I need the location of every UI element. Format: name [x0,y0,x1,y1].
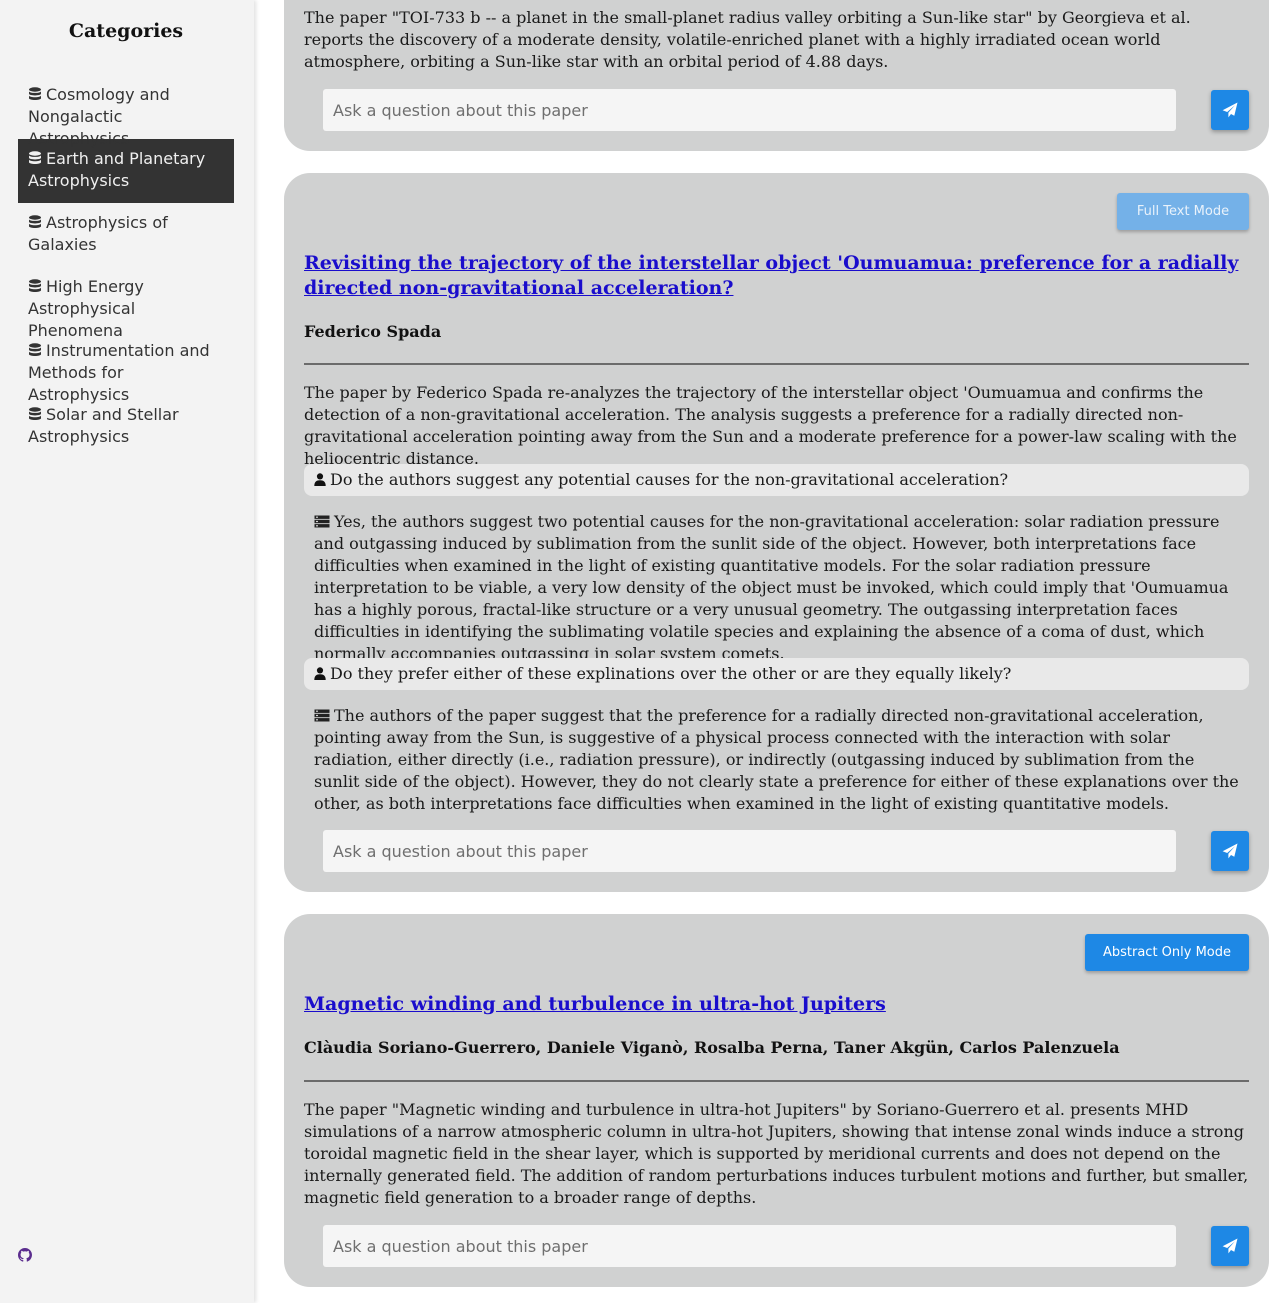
answer-text: The authors of the paper suggest that th… [314,706,1239,813]
send-button[interactable] [1211,90,1249,130]
github-icon[interactable] [18,1248,32,1262]
category-label: Earth and Planetary Astrophysics [28,149,206,190]
paper-summary: The paper "Magnetic winding and turbulen… [304,1100,1249,1207]
paper-summary: The paper "TOI-733 b -- a planet in the … [304,8,1191,71]
ask-question-input[interactable] [323,89,1176,131]
full-text-mode-button[interactable]: Full Text Mode [1117,193,1249,230]
category-item-cosmology[interactable]: Cosmology and Nongalactic Astrophysics [18,75,234,148]
category-label: Astrophysics of Galaxies [28,213,168,254]
database-icon [29,87,41,101]
paper-authors: Clàudia Soriano-Guerrero, Daniele Viganò… [304,1038,1120,1057]
category-item-instrumentation[interactable]: Instrumentation and Methods for Astrophy… [18,331,234,404]
paper-title-link[interactable]: Revisiting the trajectory of the interst… [304,251,1249,301]
user-icon [314,667,326,680]
paper-card: The paper "TOI-733 b -- a planet in the … [284,0,1269,151]
ask-question-input[interactable] [323,1225,1176,1267]
paper-summary: The paper by Federico Spada re-analyzes … [304,383,1237,468]
user-icon [314,473,326,486]
divider [304,363,1249,365]
question-text: Do the authors suggest any potential cau… [330,470,1009,489]
chat-answer: Yes, the authors suggest two potential c… [314,511,1244,665]
category-list: Cosmology and Nongalactic Astrophysics E… [18,75,234,459]
category-item-earth-planetary[interactable]: Earth and Planetary Astrophysics [18,139,234,203]
paper-plane-icon [1222,843,1238,859]
send-button[interactable] [1211,831,1249,871]
answer-text: Yes, the authors suggest two potential c… [314,512,1229,663]
category-item-solar-stellar[interactable]: Solar and Stellar Astrophysics [18,395,234,459]
category-item-galaxies[interactable]: Astrophysics of Galaxies [18,203,234,267]
paper-plane-icon [1222,1238,1238,1254]
ask-row [323,830,1249,872]
abstract-only-mode-button[interactable]: Abstract Only Mode [1085,934,1249,971]
question-text: Do they prefer either of these explinati… [330,664,1012,683]
send-button[interactable] [1211,1226,1249,1266]
ask-row [323,89,1249,131]
chat-answer: The authors of the paper suggest that th… [314,705,1244,815]
ask-question-input[interactable] [323,830,1176,872]
database-icon [29,407,41,421]
server-icon [314,709,330,722]
divider [304,1080,1249,1082]
ask-row [323,1225,1249,1267]
server-icon [314,515,330,528]
paper-plane-icon [1222,102,1238,118]
chat-question: Do they prefer either of these explinati… [304,658,1249,690]
paper-card: Full Text Mode Revisiting the trajectory… [284,173,1269,892]
paper-title-link[interactable]: Magnetic winding and turbulence in ultra… [304,992,1249,1017]
sidebar: Categories Cosmology and Nongalactic Ast… [0,0,254,1303]
paper-card: Abstract Only Mode Magnetic winding and … [284,914,1269,1287]
category-item-high-energy[interactable]: High Energy Astrophysical Phenomena [18,267,234,340]
database-icon [29,215,41,229]
database-icon [29,343,41,357]
chat-question: Do the authors suggest any potential cau… [304,464,1249,496]
category-label: Solar and Stellar Astrophysics [28,405,179,446]
sidebar-title: Categories [68,20,184,42]
database-icon [29,279,41,293]
database-icon [29,151,41,165]
paper-authors: Federico Spada [304,322,442,341]
